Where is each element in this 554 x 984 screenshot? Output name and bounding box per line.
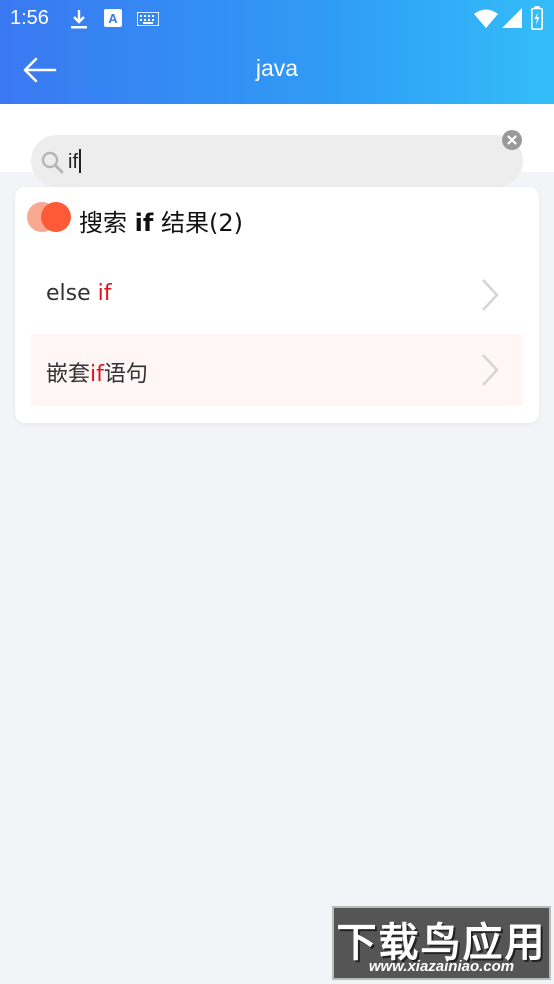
results-title: 搜索 if 结果(2) (79, 209, 243, 237)
a-badge-icon: A (104, 8, 122, 32)
keyboard-icon (136, 11, 160, 30)
result-item-label: else if (46, 281, 112, 306)
result-item-label: 嵌套if语句 (46, 362, 148, 387)
signal-icon (502, 8, 522, 32)
app-header: 1:56 A java (0, 0, 554, 104)
text-caret (79, 149, 81, 173)
search-query[interactable]: if (68, 149, 81, 174)
download-icon (68, 8, 90, 34)
watermark-url: www.xiazainiao.com (368, 958, 515, 975)
battery-icon (531, 6, 543, 34)
accent-dot-icon (41, 202, 71, 232)
wifi-icon (474, 8, 498, 32)
watermark-logo: 下载鸟应用 www.xiazainiao.com (332, 906, 551, 980)
chevron-right-icon (481, 353, 499, 391)
result-item[interactable]: else if (31, 259, 523, 331)
svg-text:A: A (108, 11, 118, 26)
status-time: 1:56 (10, 7, 49, 29)
clear-button[interactable] (502, 130, 522, 150)
search-icon (41, 151, 65, 179)
result-item[interactable]: 嵌套if语句 (31, 334, 523, 406)
search-results-card: 搜索 if 结果(2) else if 嵌套if语句 (15, 187, 539, 423)
search-input[interactable]: if (31, 135, 523, 187)
page-title: java (255, 55, 299, 81)
clear-icon (507, 135, 517, 145)
chevron-right-icon (481, 278, 499, 316)
status-bar: 1:56 A (0, 0, 554, 37)
